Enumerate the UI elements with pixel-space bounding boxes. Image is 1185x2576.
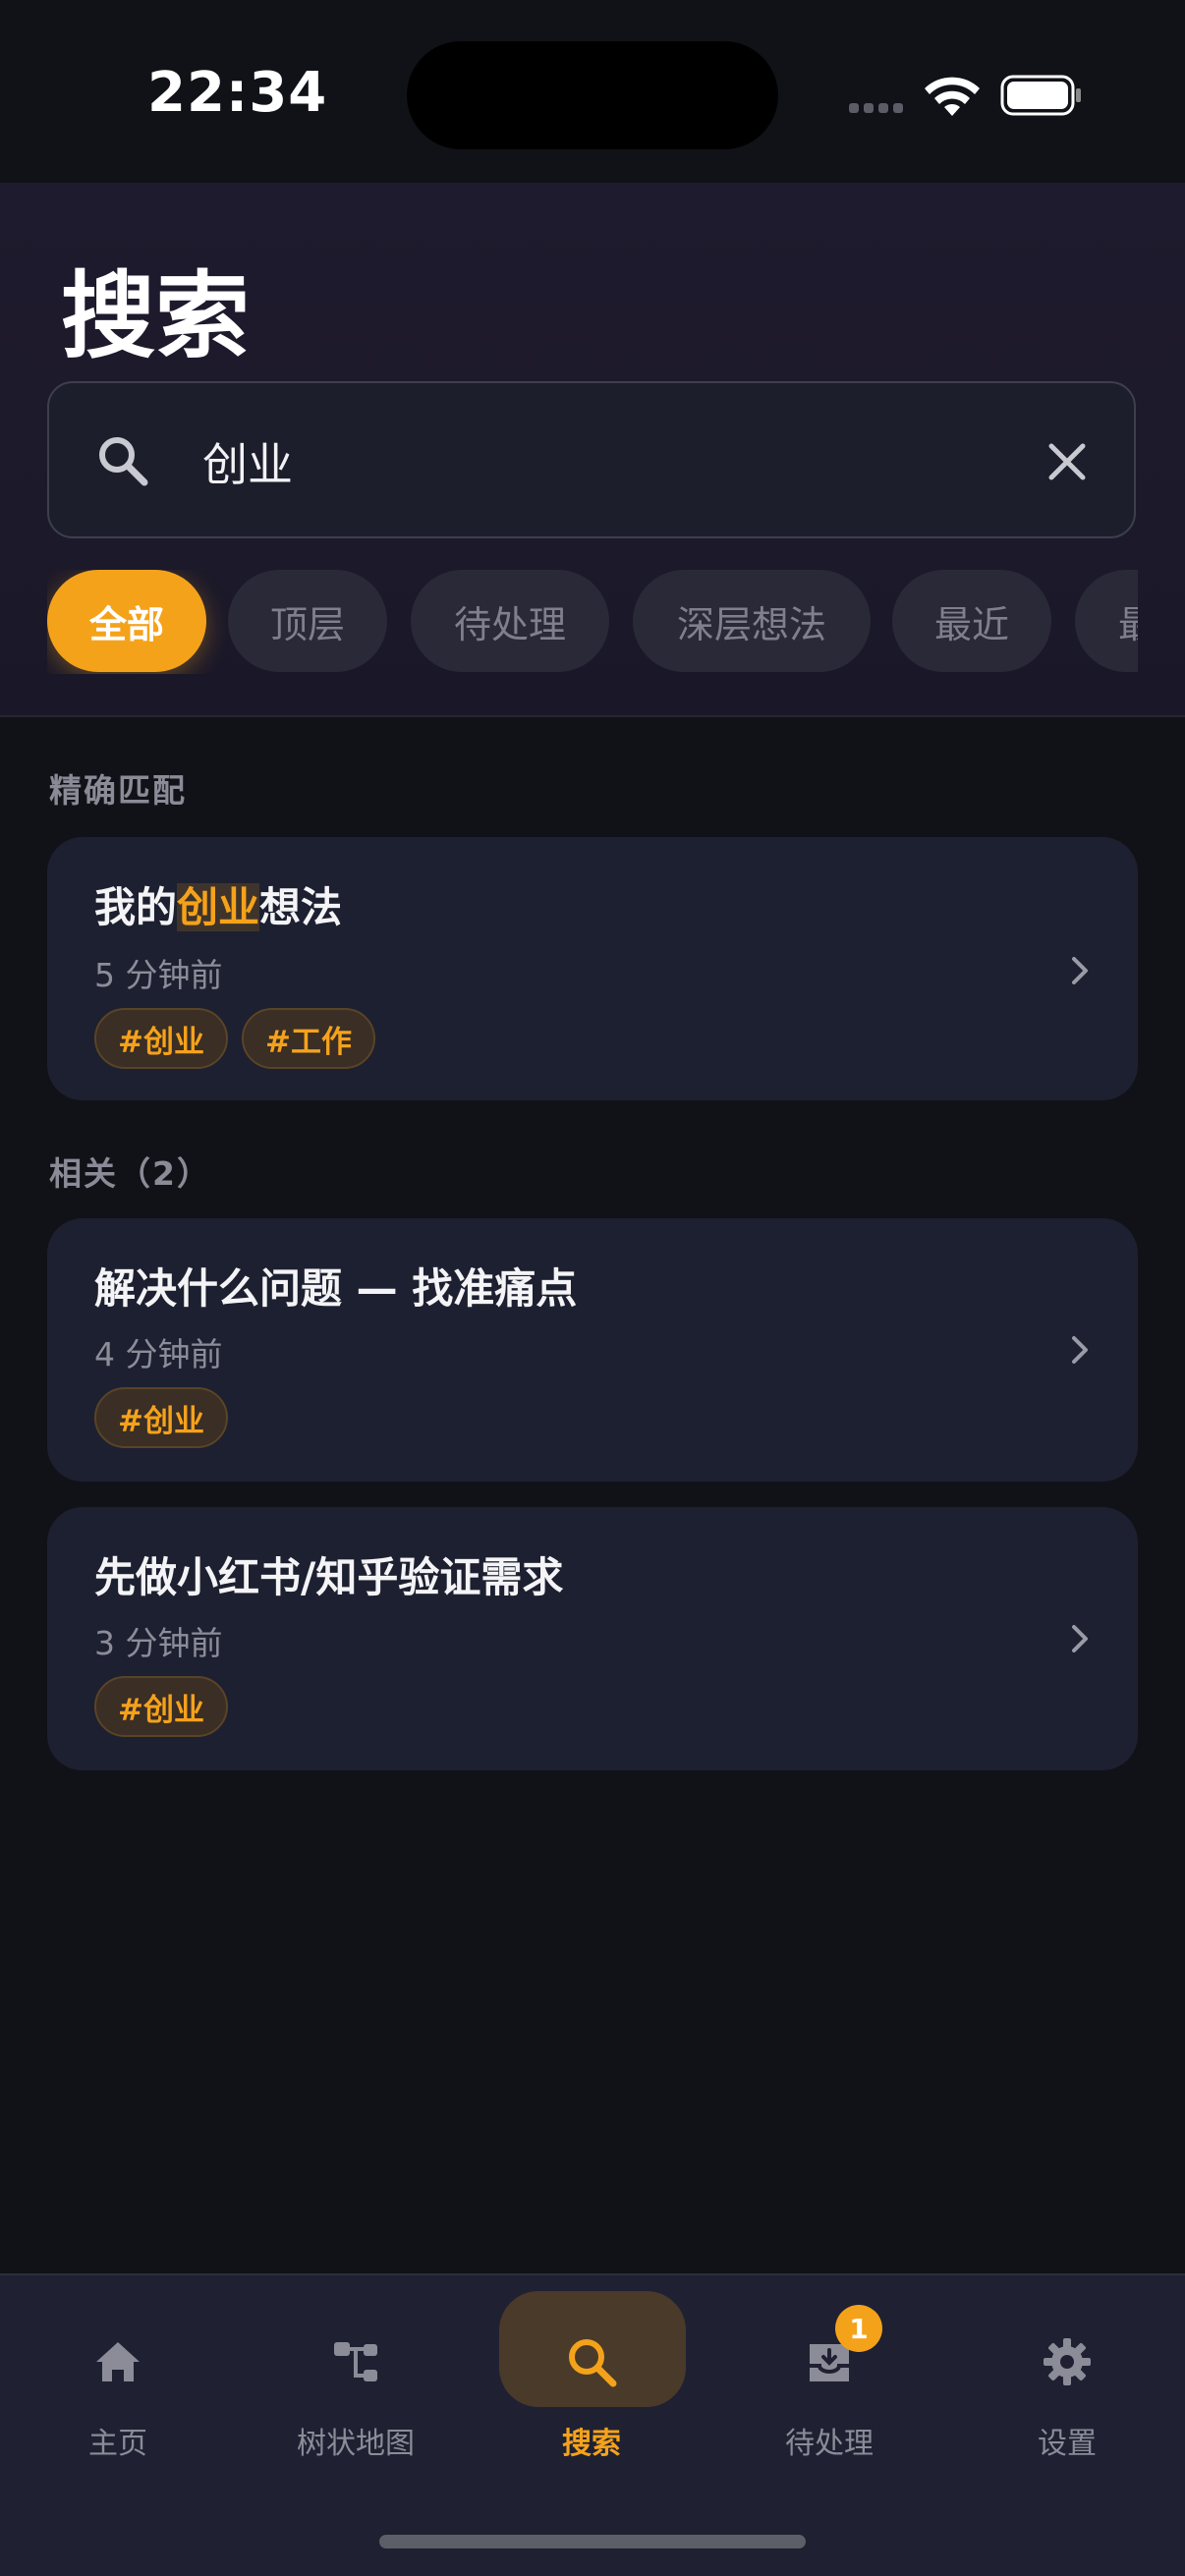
dynamic-island [407,41,778,149]
home-icon [96,2342,140,2381]
filter-chips: 全部 顶层 待处理 深层想法 最近 最 [47,570,1138,674]
tab-label: 设置 [1038,2427,1097,2461]
result-tags: #创业 [94,1676,228,1737]
exact-match-label: 精确匹配 [49,771,187,810]
result-title: 解决什么问题 — 找准痛点 [94,1264,578,1313]
result-title: 先做小红书/知乎验证需求 [94,1553,564,1601]
search-box[interactable] [47,381,1136,538]
filter-chip-recent[interactable]: 最近 [892,570,1051,672]
cellular-signal-icon [849,103,903,113]
title-highlight: 创业 [177,883,260,931]
tab-tree-map[interactable]: 树状地图 [257,2275,454,2501]
tab-label: 主页 [88,2427,147,2461]
tag[interactable]: #工作 [241,1008,375,1069]
tab-bar: 主页 树状地图 搜索 待处理 1 设置 [0,2273,1185,2576]
exact-result-card[interactable]: 我的创业想法 5 分钟前 #创业 #工作 [47,837,1138,1100]
search-header: 搜索 全部 顶层 待处理 深层想法 最近 最 [0,183,1185,717]
result-time: 3 分钟前 [94,1624,223,1662]
search-input[interactable] [202,422,988,501]
filter-chip-top-level[interactable]: 顶层 [228,570,387,672]
status-time: 22:34 [147,61,328,125]
title-text: 我的 [94,883,178,931]
battery-icon [1000,75,1081,116]
gear-icon [1044,2338,1091,2385]
wifi-icon [925,77,980,116]
search-icon [99,437,148,486]
tab-label: 待处理 [785,2427,874,2461]
related-result-card[interactable]: 先做小红书/知乎验证需求 3 分钟前 #创业 [47,1507,1138,1770]
search-screen: 22:34 搜索 全部 顶层 [0,0,1185,2576]
filter-chip-all[interactable]: 全部 [47,570,206,672]
filter-chip-pending[interactable]: 待处理 [411,570,609,672]
tab-pending[interactable]: 待处理 [731,2275,928,2501]
result-time: 5 分钟前 [94,956,223,994]
page-title: 搜索 [61,261,250,371]
tag[interactable]: #创业 [94,1008,228,1069]
clear-search-icon[interactable] [1044,438,1091,485]
tab-label: 搜索 [562,2427,621,2461]
result-tags: #创业 #工作 [94,1008,375,1069]
tab-label: 树状地图 [297,2427,415,2461]
result-time: 4 分钟前 [94,1335,223,1373]
tag[interactable]: #创业 [94,1387,228,1448]
pending-badge: 1 [835,2305,882,2352]
chevron-right-icon [1072,957,1088,984]
filter-chip-deep-ideas[interactable]: 深层想法 [633,570,871,672]
chevron-right-icon [1072,1625,1088,1652]
tag[interactable]: #创业 [94,1676,228,1737]
status-bar: 22:34 [0,0,1185,183]
tab-settings[interactable]: 设置 [969,2275,1165,2501]
related-result-card[interactable]: 解决什么问题 — 找准痛点 4 分钟前 #创业 [47,1218,1138,1482]
related-label: 相关（2） [49,1154,211,1193]
home-indicator [379,2535,806,2548]
search-icon [569,2339,617,2387]
result-title: 我的创业想法 [94,874,342,934]
tree-map-icon [334,2342,377,2381]
result-tags: #创业 [94,1387,228,1448]
tab-search[interactable]: 搜索 [493,2275,690,2501]
title-text: 想法 [259,883,343,931]
chevron-right-icon [1072,1336,1088,1364]
filter-chip-more[interactable]: 最 [1075,570,1138,672]
tab-home[interactable]: 主页 [20,2275,216,2501]
